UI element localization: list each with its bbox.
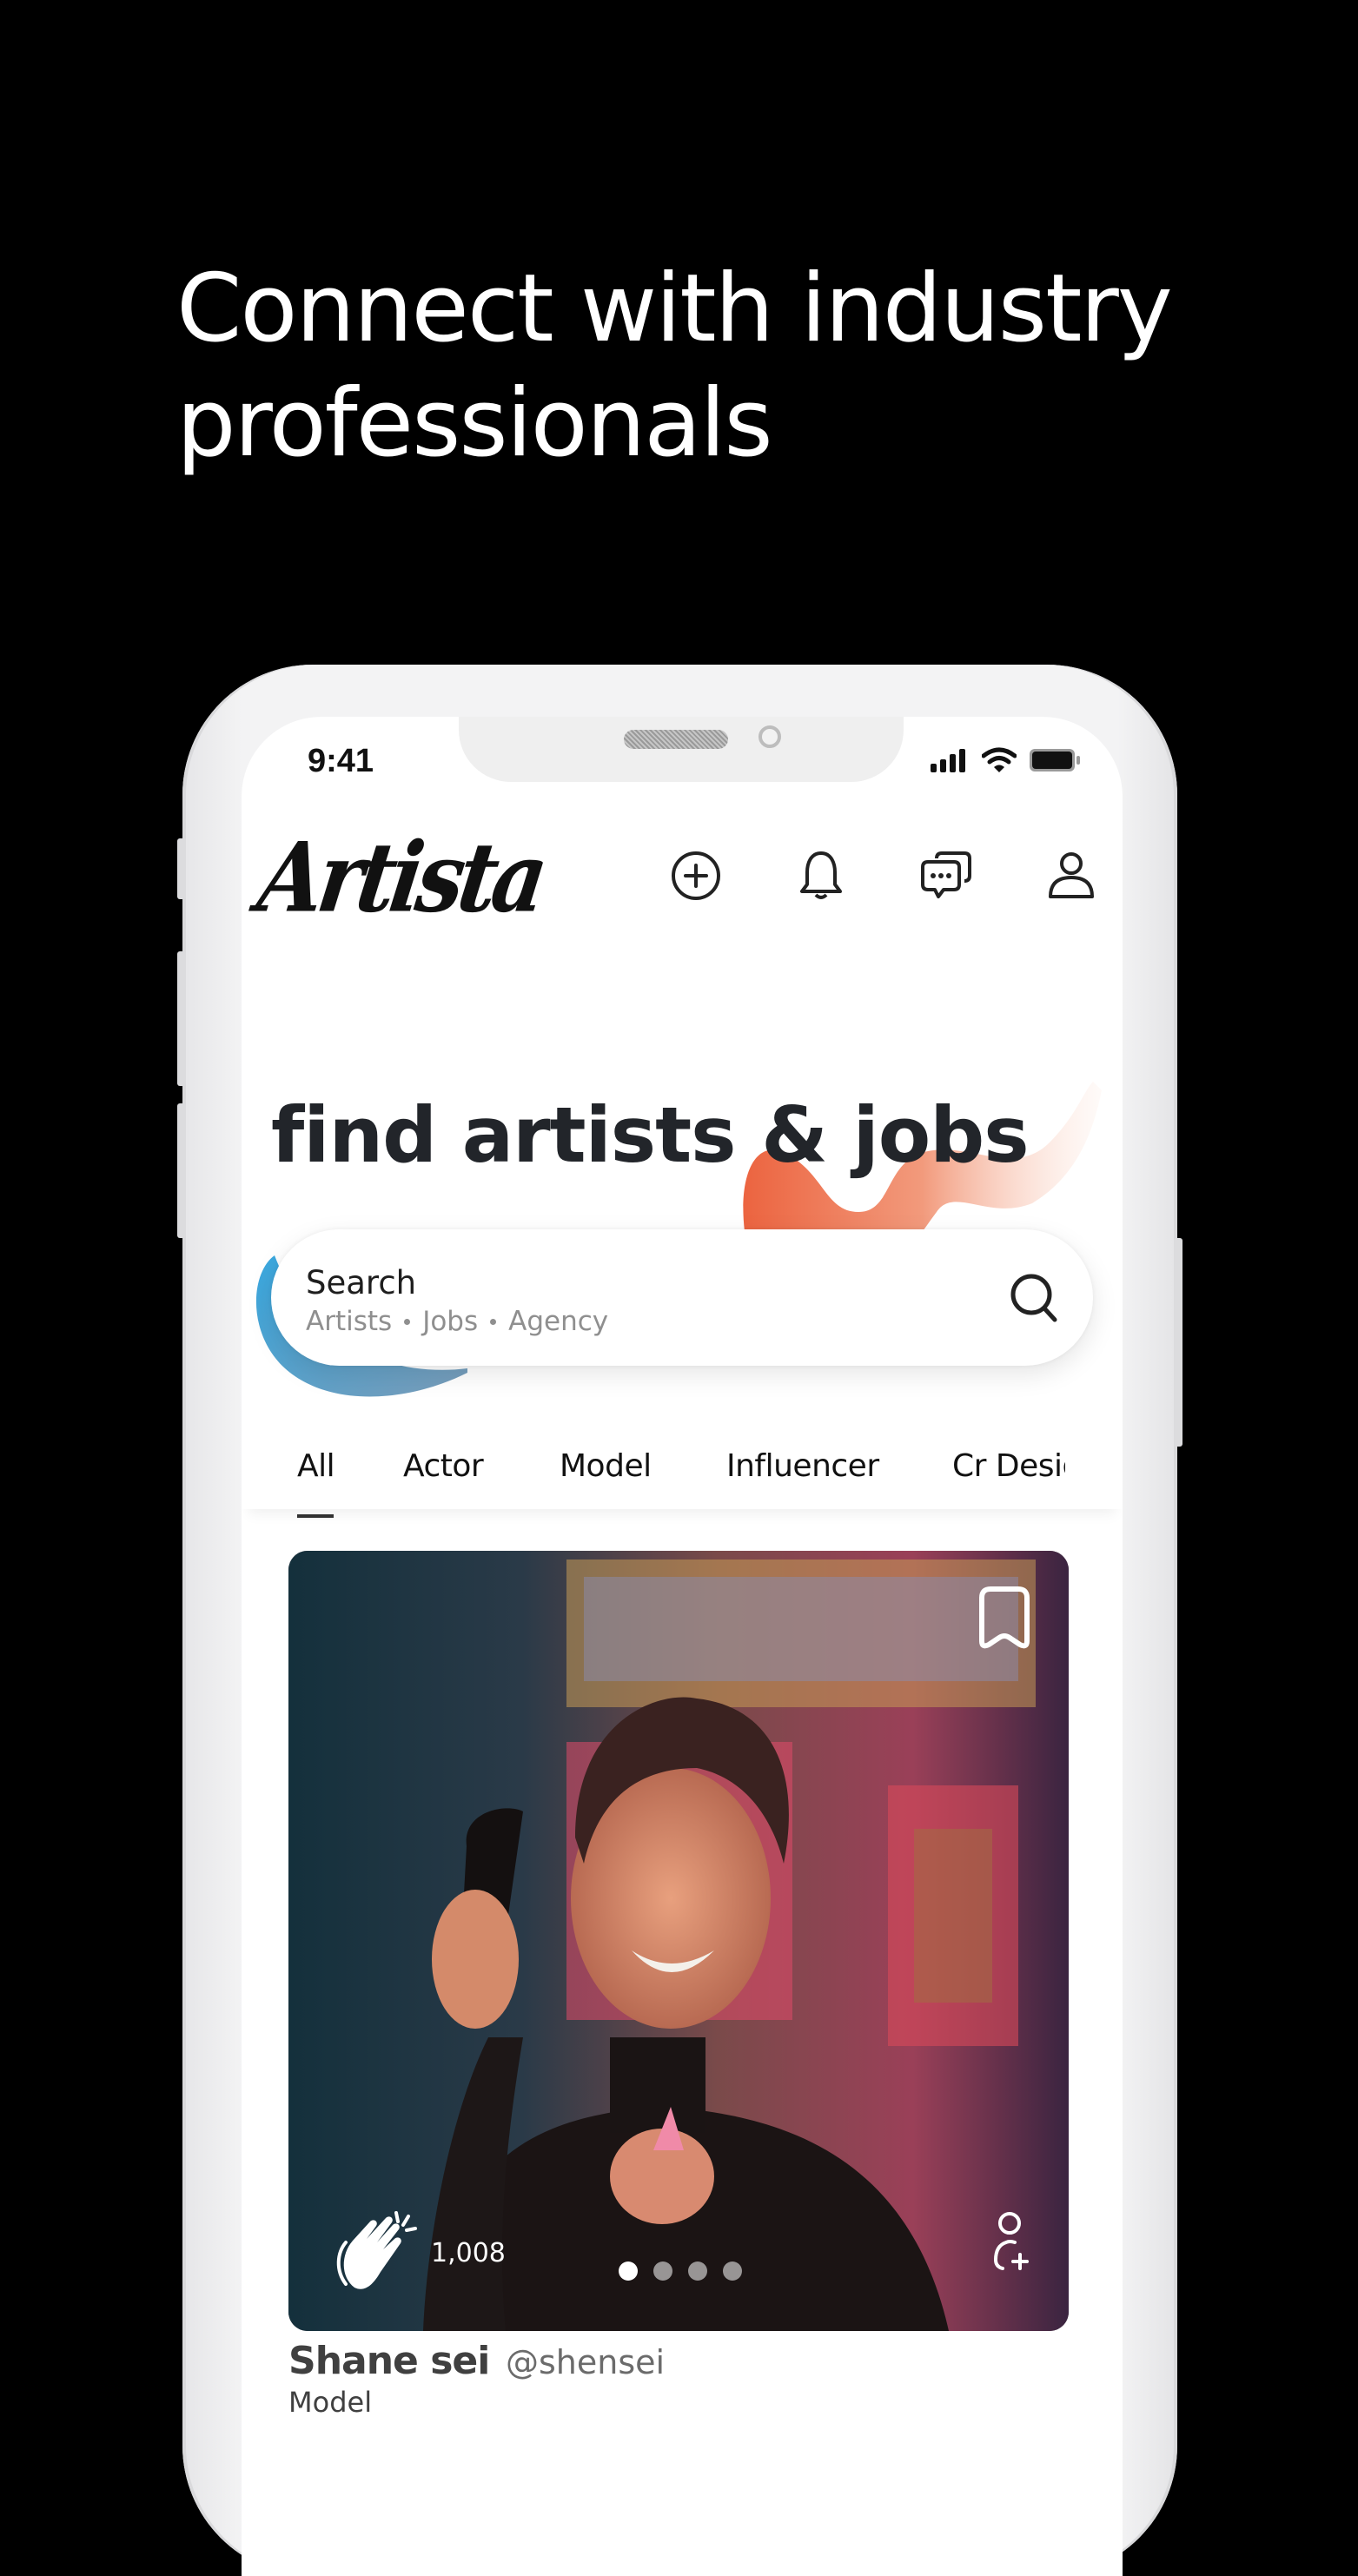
status-time: 9:41	[308, 743, 374, 779]
active-tab-indicator	[297, 1514, 334, 1518]
bookmark-icon[interactable]	[977, 1586, 1032, 1650]
pagination-dot-4[interactable]	[723, 2261, 742, 2281]
add-circle-icon	[672, 851, 720, 900]
tab-model[interactable]: Model	[560, 1448, 652, 1484]
wifi-icon	[982, 747, 1017, 772]
app-header: Artista	[242, 812, 1123, 934]
artist-handle[interactable]: @shensei	[506, 2343, 665, 2381]
search-hint-artists: Artists	[306, 1306, 393, 1337]
separator-dot	[490, 1318, 497, 1325]
search-hint-agency: Agency	[508, 1306, 609, 1337]
pagination-dot-3[interactable]	[688, 2261, 707, 2281]
search-icon[interactable]	[1008, 1271, 1060, 1325]
chat-bubbles-icon	[921, 851, 971, 898]
headline: Connect with industry professionals	[176, 252, 1262, 481]
app-screen: 9:41 Artista find artists & jobs Search …	[242, 717, 1123, 2576]
artist-card[interactable]: 1,008	[288, 1551, 1069, 2331]
search-hint-jobs: Jobs	[422, 1306, 479, 1337]
pagination-dot-2[interactable]	[653, 2261, 672, 2281]
phone-power-button	[1174, 1238, 1182, 1447]
notch	[459, 717, 904, 782]
app-logo[interactable]: Artista	[252, 821, 550, 934]
headline-line-2: professionals	[176, 369, 773, 478]
search-hints: Artists Jobs Agency	[306, 1306, 608, 1337]
category-tabs: All Actor Model Influencer Cr Desig	[242, 1429, 1123, 1509]
separator-dot	[404, 1318, 411, 1325]
front-camera	[758, 725, 781, 748]
add-button[interactable]	[669, 849, 723, 903]
bell-icon	[800, 851, 842, 899]
phone-side-button	[177, 838, 186, 899]
tab-creative-designer[interactable]: Cr Desig	[952, 1448, 1065, 1484]
clap-counter[interactable]: 1,008	[335, 2209, 506, 2296]
follow-user-icon[interactable]	[990, 2211, 1034, 2272]
tab-actor[interactable]: Actor	[403, 1448, 484, 1484]
tab-influencer[interactable]: Influencer	[726, 1448, 879, 1484]
speaker-grille	[624, 730, 728, 749]
artist-role: Model	[288, 2386, 373, 2419]
phone-volume-down-button	[177, 1103, 186, 1238]
battery-icon	[1030, 749, 1080, 771]
messages-button[interactable]	[919, 849, 973, 903]
status-icons	[930, 747, 1081, 773]
search-label: Search	[306, 1264, 417, 1301]
artist-name[interactable]: Shane sei	[288, 2339, 490, 2383]
phone-volume-up-button	[177, 951, 186, 1086]
headline-line-1: Connect with industry	[176, 255, 1173, 363]
notifications-button[interactable]	[794, 849, 848, 903]
image-pagination	[619, 2261, 742, 2281]
hero-title: find artists & jobs	[271, 1090, 1030, 1180]
clap-count: 1,008	[431, 2237, 506, 2268]
cellular-signal-icon	[931, 749, 965, 772]
profile-button[interactable]	[1044, 849, 1098, 903]
pagination-dot-1[interactable]	[619, 2261, 638, 2281]
phone-frame: 9:41 Artista find artists & jobs Search …	[177, 665, 1182, 2576]
user-icon	[1049, 852, 1094, 898]
clap-icon	[336, 2211, 417, 2289]
search-bar[interactable]: Search Artists Jobs Agency	[271, 1229, 1093, 1366]
tab-all[interactable]: All	[297, 1448, 335, 1484]
